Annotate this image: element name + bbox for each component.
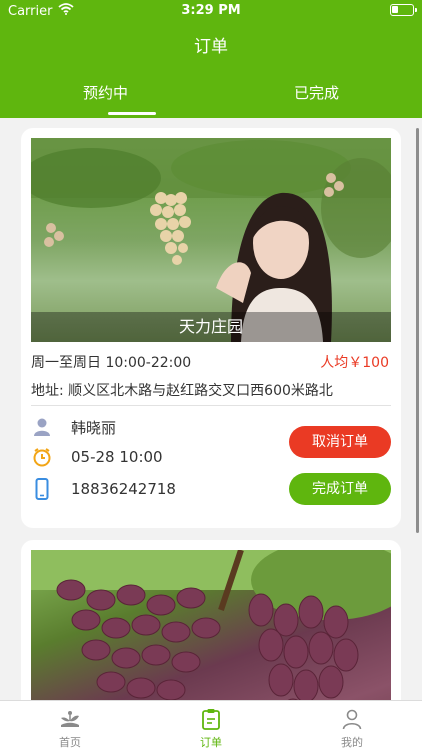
user-icon	[340, 707, 364, 731]
page-title: 订单	[194, 37, 228, 57]
tabbar-label: 订单	[200, 736, 222, 749]
clock-icon	[31, 446, 53, 468]
tabbar-item-home[interactable]: 首页	[0, 701, 140, 750]
phone-number[interactable]: 18836242718	[71, 480, 176, 498]
tab-booking[interactable]: 预约中	[0, 76, 211, 118]
tabbar-label: 首页	[59, 736, 81, 749]
farm-photo: 天力庄园	[31, 138, 391, 342]
order-list[interactable]: 天力庄园 周一至周日 10:00-22:00 人均￥100 地址: 顺义区北木路…	[0, 118, 422, 700]
opening-hours: 周一至周日 10:00-22:00	[31, 355, 192, 371]
phone-row: 18836242718	[31, 478, 176, 500]
contact-name: 韩晓丽	[71, 418, 117, 437]
farm-name: 天力庄园	[31, 312, 391, 342]
complete-order-button[interactable]: 完成订单	[289, 473, 391, 505]
farm-photo	[31, 550, 391, 700]
tab-completed[interactable]: 已完成	[211, 76, 422, 118]
home-plant-icon	[58, 707, 82, 731]
farm-address: 地址: 顺义区北木路与赵红路交叉口西600米路北	[31, 383, 333, 399]
phone-icon	[31, 478, 53, 500]
bottom-tab-bar: 首页 订单 我的	[0, 700, 422, 750]
contact-row: 韩晓丽	[31, 416, 116, 438]
status-bar: Carrier 3:29 PM	[0, 0, 422, 22]
app-header: Carrier 3:29 PM 订单 预约中 已完成	[0, 0, 422, 118]
active-tab-indicator	[108, 112, 156, 115]
divider	[31, 405, 391, 406]
scrollbar[interactable]	[416, 128, 419, 533]
order-card[interactable]: 天力庄园 周一至周日 10:00-22:00 人均￥100 地址: 顺义区北木路…	[21, 128, 401, 528]
tabbar-item-orders[interactable]: 订单	[141, 701, 281, 750]
tabbar-label: 我的	[341, 736, 363, 749]
appointment-time: 05-28 10:00	[71, 448, 163, 466]
clipboard-icon	[199, 707, 223, 731]
tabbar-item-profile[interactable]: 我的	[282, 701, 422, 750]
battery-icon	[390, 4, 417, 16]
time-row: 05-28 10:00	[31, 446, 163, 468]
order-tabs: 预约中 已完成	[0, 76, 422, 118]
cancel-order-button[interactable]: 取消订单	[289, 426, 391, 458]
price-per-person: 人均￥100	[320, 355, 389, 371]
user-icon	[31, 416, 53, 438]
order-card[interactable]	[21, 540, 401, 700]
status-time: 3:29 PM	[181, 3, 241, 18]
